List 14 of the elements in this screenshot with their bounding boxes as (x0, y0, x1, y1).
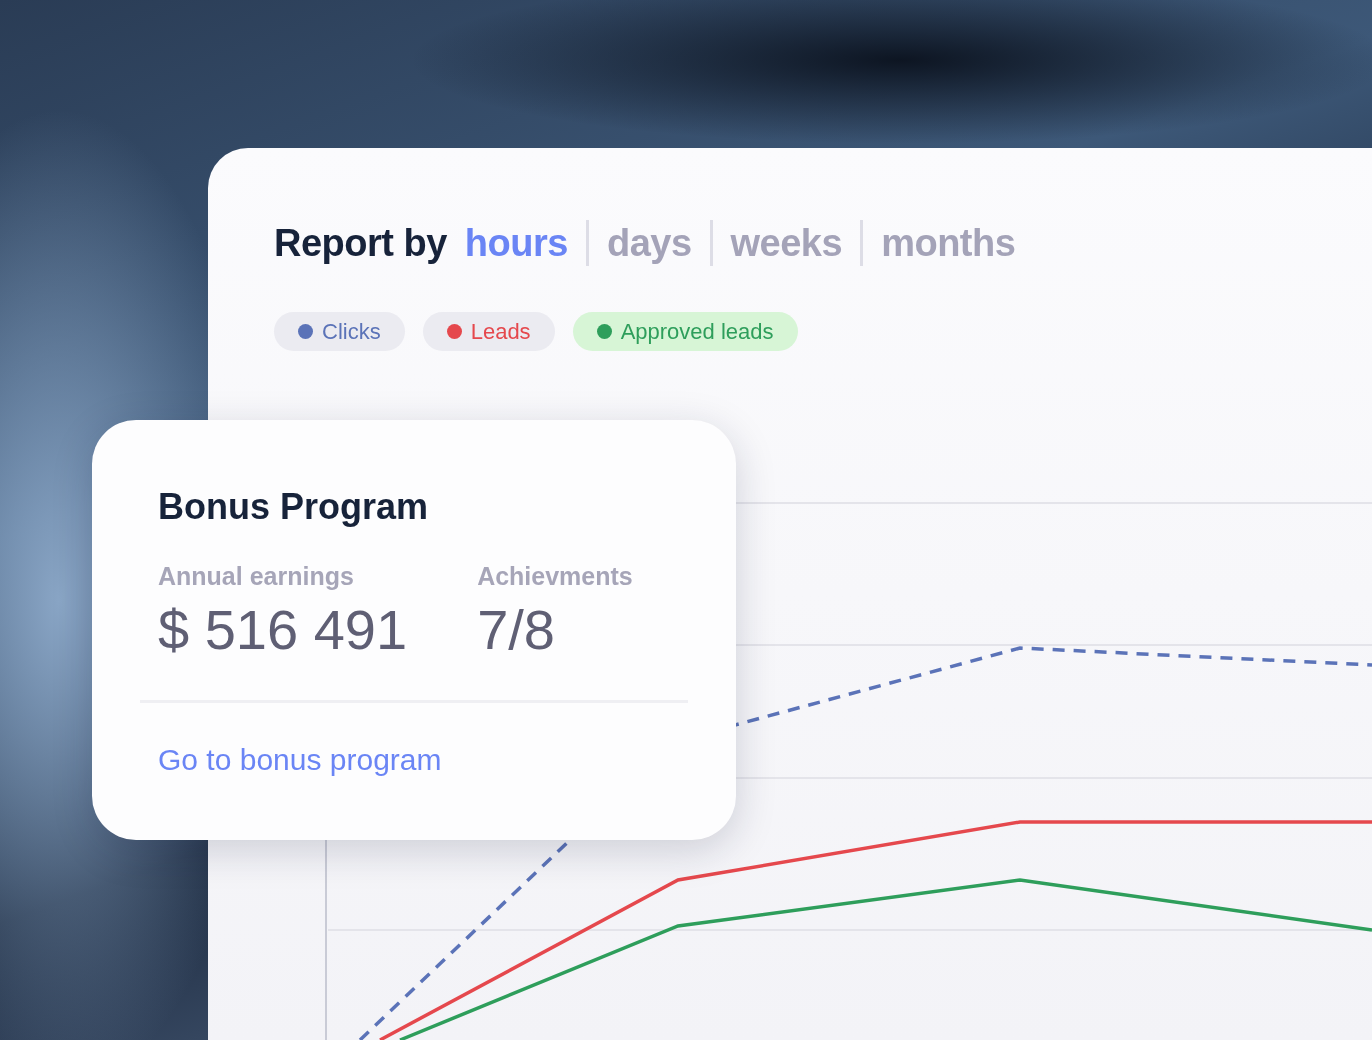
period-tab[interactable]: weeks (730, 221, 861, 265)
legend-chip[interactable]: Approved leads (572, 312, 798, 351)
legend-chip[interactable]: Clicks (274, 312, 405, 351)
stat-label: Achievments (477, 562, 633, 591)
stat-value: 7/8 (477, 597, 556, 662)
bonus-program-link[interactable]: Go to bonus program (158, 743, 688, 777)
stat-label: Annual earnings (158, 562, 355, 591)
period-tab[interactable]: hours (464, 221, 586, 265)
stat-value: $ 516 491 (158, 597, 408, 662)
period-tab[interactable]: days (606, 221, 710, 265)
report-by-label: Report by (274, 221, 447, 265)
period-tab[interactable]: months (881, 221, 1034, 265)
legend-chip[interactable]: Leads (422, 312, 555, 351)
card-title: Bonus Program (158, 486, 430, 528)
